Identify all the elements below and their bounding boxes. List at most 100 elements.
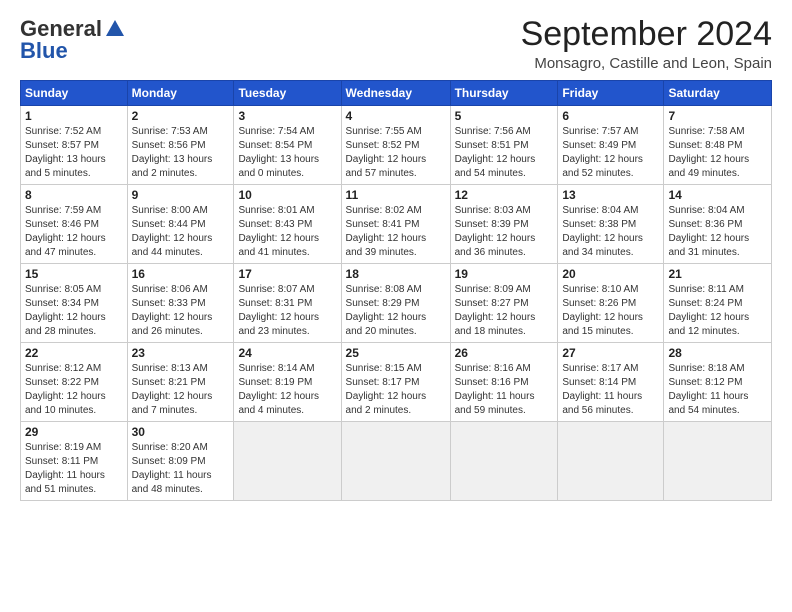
location-title: Monsagro, Castille and Leon, Spain [521, 55, 772, 72]
header: General Blue September 2024 Monsagro, Ca… [20, 16, 772, 72]
page: General Blue September 2024 Monsagro, Ca… [0, 0, 792, 511]
day-cell-28: 28 Sunrise: 8:18 AMSunset: 8:12 PMDaylig… [664, 343, 772, 422]
day-info: Sunrise: 8:10 AMSunset: 8:26 PMDaylight:… [562, 284, 643, 337]
day-number: 12 [455, 188, 554, 202]
day-cell-20: 20 Sunrise: 8:10 AMSunset: 8:26 PMDaylig… [558, 264, 664, 343]
day-info: Sunrise: 8:04 AMSunset: 8:36 PMDaylight:… [668, 205, 749, 258]
day-cell-29: 29 Sunrise: 8:19 AMSunset: 8:11 PMDaylig… [21, 422, 128, 501]
day-cell-7: 7 Sunrise: 7:58 AMSunset: 8:48 PMDayligh… [664, 106, 772, 185]
day-cell-22: 22 Sunrise: 8:12 AMSunset: 8:22 PMDaylig… [21, 343, 128, 422]
day-cell-1: 1 Sunrise: 7:52 AMSunset: 8:57 PMDayligh… [21, 106, 128, 185]
day-number: 27 [562, 346, 659, 360]
day-number: 17 [238, 267, 336, 281]
day-number: 4 [346, 109, 446, 123]
day-number: 14 [668, 188, 767, 202]
day-info: Sunrise: 7:52 AMSunset: 8:57 PMDaylight:… [25, 126, 106, 179]
day-number: 28 [668, 346, 767, 360]
weekday-header-saturday: Saturday [664, 81, 772, 106]
day-info: Sunrise: 8:20 AMSunset: 8:09 PMDaylight:… [132, 442, 212, 495]
empty-cell [664, 422, 772, 501]
day-cell-19: 19 Sunrise: 8:09 AMSunset: 8:27 PMDaylig… [450, 264, 558, 343]
day-cell-24: 24 Sunrise: 8:14 AMSunset: 8:19 PMDaylig… [234, 343, 341, 422]
day-info: Sunrise: 7:57 AMSunset: 8:49 PMDaylight:… [562, 126, 643, 179]
day-number: 6 [562, 109, 659, 123]
day-info: Sunrise: 8:00 AMSunset: 8:44 PMDaylight:… [132, 205, 213, 258]
day-cell-13: 13 Sunrise: 8:04 AMSunset: 8:38 PMDaylig… [558, 185, 664, 264]
day-info: Sunrise: 8:11 AMSunset: 8:24 PMDaylight:… [668, 284, 749, 337]
day-number: 2 [132, 109, 230, 123]
day-cell-11: 11 Sunrise: 8:02 AMSunset: 8:41 PMDaylig… [341, 185, 450, 264]
day-cell-8: 8 Sunrise: 7:59 AMSunset: 8:46 PMDayligh… [21, 185, 128, 264]
day-info: Sunrise: 8:15 AMSunset: 8:17 PMDaylight:… [346, 363, 427, 416]
day-info: Sunrise: 8:12 AMSunset: 8:22 PMDaylight:… [25, 363, 106, 416]
day-number: 25 [346, 346, 446, 360]
day-info: Sunrise: 8:06 AMSunset: 8:33 PMDaylight:… [132, 284, 213, 337]
day-number: 18 [346, 267, 446, 281]
weekday-header-thursday: Thursday [450, 81, 558, 106]
day-info: Sunrise: 8:14 AMSunset: 8:19 PMDaylight:… [238, 363, 319, 416]
empty-cell [341, 422, 450, 501]
week-row-4: 22 Sunrise: 8:12 AMSunset: 8:22 PMDaylig… [21, 343, 772, 422]
day-number: 13 [562, 188, 659, 202]
day-info: Sunrise: 8:16 AMSunset: 8:16 PMDaylight:… [455, 363, 535, 416]
weekday-header-wednesday: Wednesday [341, 81, 450, 106]
day-info: Sunrise: 8:02 AMSunset: 8:41 PMDaylight:… [346, 205, 427, 258]
day-info: Sunrise: 8:19 AMSunset: 8:11 PMDaylight:… [25, 442, 105, 495]
day-number: 19 [455, 267, 554, 281]
day-number: 8 [25, 188, 123, 202]
day-number: 1 [25, 109, 123, 123]
day-info: Sunrise: 8:01 AMSunset: 8:43 PMDaylight:… [238, 205, 319, 258]
day-info: Sunrise: 7:55 AMSunset: 8:52 PMDaylight:… [346, 126, 427, 179]
logo: General Blue [20, 16, 126, 64]
day-cell-10: 10 Sunrise: 8:01 AMSunset: 8:43 PMDaylig… [234, 185, 341, 264]
day-number: 24 [238, 346, 336, 360]
empty-cell [234, 422, 341, 501]
day-info: Sunrise: 8:03 AMSunset: 8:39 PMDaylight:… [455, 205, 536, 258]
day-cell-16: 16 Sunrise: 8:06 AMSunset: 8:33 PMDaylig… [127, 264, 234, 343]
month-title: September 2024 [521, 16, 772, 53]
weekday-header-tuesday: Tuesday [234, 81, 341, 106]
day-number: 5 [455, 109, 554, 123]
day-cell-5: 5 Sunrise: 7:56 AMSunset: 8:51 PMDayligh… [450, 106, 558, 185]
weekday-header-row: SundayMondayTuesdayWednesdayThursdayFrid… [21, 81, 772, 106]
day-cell-2: 2 Sunrise: 7:53 AMSunset: 8:56 PMDayligh… [127, 106, 234, 185]
day-number: 11 [346, 188, 446, 202]
day-cell-12: 12 Sunrise: 8:03 AMSunset: 8:39 PMDaylig… [450, 185, 558, 264]
day-cell-3: 3 Sunrise: 7:54 AMSunset: 8:54 PMDayligh… [234, 106, 341, 185]
day-info: Sunrise: 7:56 AMSunset: 8:51 PMDaylight:… [455, 126, 536, 179]
day-number: 21 [668, 267, 767, 281]
weekday-header-friday: Friday [558, 81, 664, 106]
day-info: Sunrise: 7:54 AMSunset: 8:54 PMDaylight:… [238, 126, 319, 179]
week-row-3: 15 Sunrise: 8:05 AMSunset: 8:34 PMDaylig… [21, 264, 772, 343]
week-row-1: 1 Sunrise: 7:52 AMSunset: 8:57 PMDayligh… [21, 106, 772, 185]
day-cell-17: 17 Sunrise: 8:07 AMSunset: 8:31 PMDaylig… [234, 264, 341, 343]
day-info: Sunrise: 8:17 AMSunset: 8:14 PMDaylight:… [562, 363, 642, 416]
title-block: September 2024 Monsagro, Castille and Le… [521, 16, 772, 72]
logo-blue-text: Blue [20, 38, 68, 64]
day-number: 20 [562, 267, 659, 281]
day-number: 9 [132, 188, 230, 202]
day-cell-26: 26 Sunrise: 8:16 AMSunset: 8:16 PMDaylig… [450, 343, 558, 422]
weekday-header-monday: Monday [127, 81, 234, 106]
day-number: 3 [238, 109, 336, 123]
weekday-header-sunday: Sunday [21, 81, 128, 106]
day-info: Sunrise: 7:59 AMSunset: 8:46 PMDaylight:… [25, 205, 106, 258]
day-number: 16 [132, 267, 230, 281]
empty-cell [558, 422, 664, 501]
day-cell-6: 6 Sunrise: 7:57 AMSunset: 8:49 PMDayligh… [558, 106, 664, 185]
day-cell-4: 4 Sunrise: 7:55 AMSunset: 8:52 PMDayligh… [341, 106, 450, 185]
day-number: 29 [25, 425, 123, 439]
day-info: Sunrise: 8:05 AMSunset: 8:34 PMDaylight:… [25, 284, 106, 337]
empty-cell [450, 422, 558, 501]
week-row-2: 8 Sunrise: 7:59 AMSunset: 8:46 PMDayligh… [21, 185, 772, 264]
day-number: 26 [455, 346, 554, 360]
day-number: 10 [238, 188, 336, 202]
day-cell-30: 30 Sunrise: 8:20 AMSunset: 8:09 PMDaylig… [127, 422, 234, 501]
day-cell-14: 14 Sunrise: 8:04 AMSunset: 8:36 PMDaylig… [664, 185, 772, 264]
day-number: 15 [25, 267, 123, 281]
day-info: Sunrise: 8:04 AMSunset: 8:38 PMDaylight:… [562, 205, 643, 258]
day-number: 7 [668, 109, 767, 123]
day-cell-15: 15 Sunrise: 8:05 AMSunset: 8:34 PMDaylig… [21, 264, 128, 343]
day-cell-25: 25 Sunrise: 8:15 AMSunset: 8:17 PMDaylig… [341, 343, 450, 422]
day-cell-27: 27 Sunrise: 8:17 AMSunset: 8:14 PMDaylig… [558, 343, 664, 422]
